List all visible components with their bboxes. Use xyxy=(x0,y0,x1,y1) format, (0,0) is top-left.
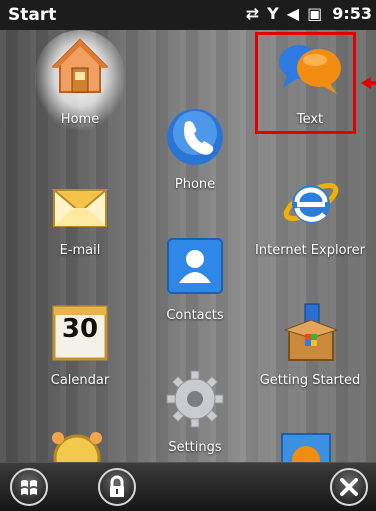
app-settings[interactable]: Settings xyxy=(140,365,250,462)
app-calendar[interactable]: 30 Calendar xyxy=(25,300,135,395)
app-email-label: E-mail xyxy=(59,243,101,258)
contact-card-icon xyxy=(167,238,223,294)
speaker-icon[interactable]: ◀ xyxy=(287,4,299,24)
app-calendar-label: Calendar xyxy=(50,373,110,388)
gift-box-icon xyxy=(283,303,339,361)
app-home[interactable]: Home xyxy=(25,30,135,135)
calendar-day: 30 xyxy=(61,314,99,344)
app-contacts-label: Contacts xyxy=(166,308,224,323)
app-internet-explorer[interactable]: Internet Explorer xyxy=(251,170,369,265)
windows-start-icon xyxy=(21,480,37,495)
start-button[interactable] xyxy=(10,468,48,506)
start-screen: Home Text Phone E-mail Internet Explorer… xyxy=(0,30,376,462)
alarm-clock-icon xyxy=(52,432,102,462)
app-phone[interactable]: Phone xyxy=(140,105,250,195)
pointer-arrow-tail xyxy=(368,81,376,85)
app-contacts[interactable]: Contacts xyxy=(140,235,250,330)
app-getting-started[interactable]: Getting Started xyxy=(251,300,369,395)
house-icon xyxy=(51,38,109,93)
app-home-label: Home xyxy=(60,112,100,127)
signal-icon: Y xyxy=(267,4,279,23)
app-email[interactable]: E-mail xyxy=(25,170,135,265)
lock-icon xyxy=(110,475,124,497)
battery-icon: ▣ xyxy=(307,4,323,23)
app-phone-label: Phone xyxy=(174,177,216,192)
app-getting-started-label: Getting Started xyxy=(259,373,361,388)
internet-explorer-icon xyxy=(283,183,339,223)
app-settings-label: Settings xyxy=(168,440,222,455)
status-icons: ⇄ Y ◀ ▣ 9:53 xyxy=(246,4,372,24)
envelope-icon xyxy=(51,189,109,227)
app-internet-explorer-label: Internet Explorer xyxy=(255,243,365,258)
close-button[interactable] xyxy=(330,468,368,506)
bottom-bar xyxy=(0,462,376,511)
status-bar: Start ⇄ Y ◀ ▣ 9:53 xyxy=(0,0,376,30)
data-connection-icon: ⇄ xyxy=(245,4,260,23)
highlight-box xyxy=(255,32,356,134)
close-icon xyxy=(340,478,358,496)
media-icon xyxy=(281,433,331,462)
lock-button[interactable] xyxy=(98,468,136,506)
clock-time[interactable]: 9:53 xyxy=(332,4,372,24)
phone-handset-icon xyxy=(167,109,223,165)
gear-icon xyxy=(166,370,224,428)
screen-title: Start xyxy=(8,5,57,25)
